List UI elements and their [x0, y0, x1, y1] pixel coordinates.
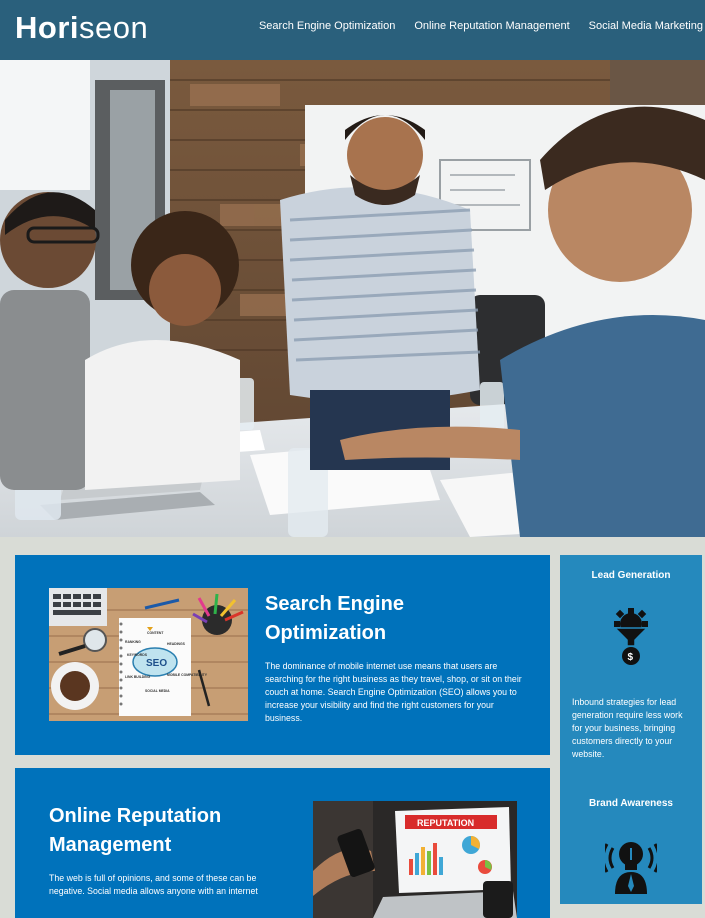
benefits-sidebar: Lead Generation $ Inbound strategies for…: [560, 555, 702, 904]
seo-word: CONTENT: [147, 631, 164, 635]
seo-word: RANKING: [125, 640, 141, 644]
lead-generation-body: Inbound strategies for lead generation r…: [572, 697, 683, 759]
site-header: Horiseon Search Engine Optimization Onli…: [0, 0, 705, 60]
main-nav: Search Engine Optimization Online Reputa…: [259, 19, 703, 33]
seo-word: LINK BUILDING: [125, 675, 151, 679]
nav-link-orm[interactable]: Online Reputation Management: [414, 19, 569, 33]
seo-section: SEO CONTENT RANKING HEADINGS KEYWORDS LI…: [15, 555, 550, 755]
seo-title: Search Engine Optimization: [265, 593, 404, 644]
orm-section: Online Reputation Management The web is …: [15, 768, 550, 918]
lead-funnel-gear-icon: $: [611, 608, 651, 668]
seo-word: HEADINGS: [167, 642, 186, 646]
lead-generation-title: Lead Generation: [591, 570, 671, 581]
reputation-laptop-photo-icon: REPUTATION: [313, 801, 517, 918]
hero-image: [0, 60, 705, 537]
seo-word: SEO: [146, 658, 167, 669]
orm-title: Online Reputation Management: [49, 805, 222, 856]
site-logo[interactable]: Horiseon: [15, 10, 148, 46]
seo-text: Search Engine Optimization The dominance…: [265, 590, 523, 725]
team-meeting-photo-icon: [0, 60, 705, 537]
logo-accent-text: seon: [79, 10, 149, 45]
seo-word: SOCIAL MEDIA: [145, 689, 170, 693]
brand-lightbulb-person-icon: [601, 838, 661, 894]
seo-notebook-photo-icon: SEO CONTENT RANKING HEADINGS KEYWORDS LI…: [49, 588, 248, 721]
seo-body: The dominance of mobile internet use mea…: [265, 661, 522, 723]
logo-text: Hori: [15, 10, 79, 45]
brand-awareness-title: Brand Awareness: [589, 798, 673, 809]
nav-link-seo[interactable]: Search Engine Optimization: [259, 19, 395, 33]
orm-image: REPUTATION: [313, 801, 517, 918]
nav-link-smm[interactable]: Social Media Marketing: [589, 19, 703, 33]
orm-text: Online Reputation Management The web is …: [49, 802, 289, 898]
seo-image: SEO CONTENT RANKING HEADINGS KEYWORDS LI…: [49, 588, 248, 721]
svg-text:$: $: [628, 652, 634, 663]
orm-body: The web is full of opinions, and some of…: [49, 873, 258, 896]
seo-word: KEYWORDS: [127, 653, 148, 657]
reputation-label: REPUTATION: [417, 818, 474, 828]
